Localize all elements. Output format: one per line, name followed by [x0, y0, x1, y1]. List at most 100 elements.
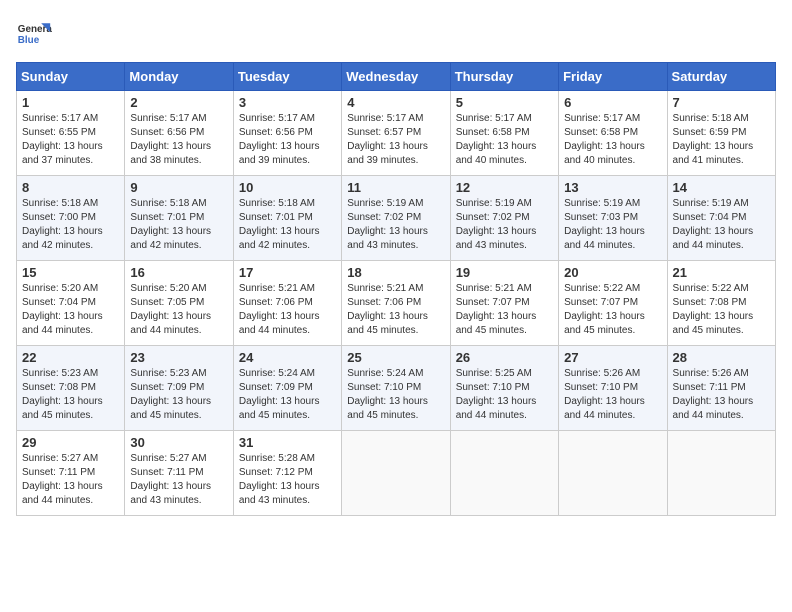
- day-number: 28: [673, 350, 770, 365]
- day-number: 27: [564, 350, 661, 365]
- calendar-cell: [342, 431, 450, 516]
- day-info: Sunrise: 5:20 AM Sunset: 7:05 PM Dayligh…: [130, 282, 227, 338]
- day-number: 25: [347, 350, 444, 365]
- calendar-cell: [450, 431, 558, 516]
- header-cell-friday: Friday: [559, 63, 667, 91]
- day-number: 17: [239, 265, 336, 280]
- day-info: Sunrise: 5:19 AM Sunset: 7:03 PM Dayligh…: [564, 197, 661, 253]
- day-info: Sunrise: 5:19 AM Sunset: 7:04 PM Dayligh…: [673, 197, 770, 253]
- day-number: 23: [130, 350, 227, 365]
- calendar-cell: 21Sunrise: 5:22 AM Sunset: 7:08 PM Dayli…: [667, 261, 775, 346]
- day-info: Sunrise: 5:19 AM Sunset: 7:02 PM Dayligh…: [456, 197, 553, 253]
- calendar-header-row: SundayMondayTuesdayWednesdayThursdayFrid…: [17, 63, 776, 91]
- calendar-cell: 27Sunrise: 5:26 AM Sunset: 7:10 PM Dayli…: [559, 346, 667, 431]
- header-cell-tuesday: Tuesday: [233, 63, 341, 91]
- day-info: Sunrise: 5:27 AM Sunset: 7:11 PM Dayligh…: [130, 452, 227, 508]
- calendar-cell: 28 Sunrise: 5:26 AM Sunset: 7:11 PM Dayli…: [667, 346, 775, 431]
- calendar-cell: 15 Sunrise: 5:20 AM Sunset: 7:04 PM Dayli…: [17, 261, 125, 346]
- day-info: Sunrise: 5:28 AM Sunset: 7:12 PM Dayligh…: [239, 452, 336, 508]
- day-number: 16: [130, 265, 227, 280]
- day-number: 7: [673, 95, 770, 110]
- header-cell-sunday: Sunday: [17, 63, 125, 91]
- calendar-cell: 4 Sunrise: 5:17 AM Sunset: 6:57 PM Daylig…: [342, 91, 450, 176]
- day-number: 12: [456, 180, 553, 195]
- calendar-cell: 19Sunrise: 5:21 AM Sunset: 7:07 PM Dayli…: [450, 261, 558, 346]
- header-cell-monday: Monday: [125, 63, 233, 91]
- day-info: Sunrise: 5:22 AM Sunset: 7:08 PM Dayligh…: [673, 282, 770, 338]
- calendar-cell: 12 Sunrise: 5:19 AM Sunset: 7:02 PM Dayli…: [450, 176, 558, 261]
- day-number: 26: [456, 350, 553, 365]
- day-number: 11: [347, 180, 444, 195]
- calendar-cell: [667, 431, 775, 516]
- calendar-cell: 25 Sunrise: 5:24 AM Sunset: 7:10 PM Dayli…: [342, 346, 450, 431]
- day-info: Sunrise: 5:18 AM Sunset: 7:00 PM Dayligh…: [22, 197, 119, 253]
- day-number: 13: [564, 180, 661, 195]
- day-number: 30: [130, 435, 227, 450]
- header-cell-wednesday: Wednesday: [342, 63, 450, 91]
- calendar-cell: 29 Sunrise: 5:27 AM Sunset: 7:11 PM Dayli…: [17, 431, 125, 516]
- day-number: 29: [22, 435, 119, 450]
- calendar-week-3: 15 Sunrise: 5:20 AM Sunset: 7:04 PM Dayli…: [17, 261, 776, 346]
- calendar-cell: [559, 431, 667, 516]
- day-number: 5: [456, 95, 553, 110]
- day-info: Sunrise: 5:24 AM Sunset: 7:10 PM Dayligh…: [347, 367, 444, 423]
- day-info: Sunrise: 5:17 AM Sunset: 6:58 PM Dayligh…: [564, 112, 661, 168]
- day-info: Sunrise: 5:18 AM Sunset: 7:01 PM Dayligh…: [130, 197, 227, 253]
- calendar-cell: 20 Sunrise: 5:22 AM Sunset: 7:07 PM Dayli…: [559, 261, 667, 346]
- calendar-body: 1 Sunrise: 5:17 AM Sunset: 6:55 PM Daylig…: [17, 91, 776, 516]
- day-info: Sunrise: 5:21 AM Sunset: 7:06 PM Dayligh…: [239, 282, 336, 338]
- day-number: 8: [22, 180, 119, 195]
- day-info: Sunrise: 5:17 AM Sunset: 6:56 PM Dayligh…: [239, 112, 336, 168]
- calendar-cell: 5 Sunrise: 5:17 AM Sunset: 6:58 PM Daylig…: [450, 91, 558, 176]
- logo-icon: General Blue: [16, 16, 52, 52]
- day-info: Sunrise: 5:18 AM Sunset: 7:01 PM Dayligh…: [239, 197, 336, 253]
- calendar-cell: 11Sunrise: 5:19 AM Sunset: 7:02 PM Dayli…: [342, 176, 450, 261]
- day-number: 24: [239, 350, 336, 365]
- day-number: 15: [22, 265, 119, 280]
- calendar-cell: 8 Sunrise: 5:18 AM Sunset: 7:00 PM Daylig…: [17, 176, 125, 261]
- header: General Blue: [16, 16, 776, 52]
- calendar-cell: 9 Sunrise: 5:18 AM Sunset: 7:01 PM Daylig…: [125, 176, 233, 261]
- day-number: 22: [22, 350, 119, 365]
- day-info: Sunrise: 5:18 AM Sunset: 6:59 PM Dayligh…: [673, 112, 770, 168]
- day-info: Sunrise: 5:24 AM Sunset: 7:09 PM Dayligh…: [239, 367, 336, 423]
- day-info: Sunrise: 5:17 AM Sunset: 6:58 PM Dayligh…: [456, 112, 553, 168]
- calendar-cell: 31 Sunrise: 5:28 AM Sunset: 7:12 PM Dayli…: [233, 431, 341, 516]
- svg-text:Blue: Blue: [18, 35, 40, 46]
- day-number: 18: [347, 265, 444, 280]
- calendar-table: SundayMondayTuesdayWednesdayThursdayFrid…: [16, 62, 776, 516]
- day-number: 2: [130, 95, 227, 110]
- day-number: 10: [239, 180, 336, 195]
- day-number: 14: [673, 180, 770, 195]
- day-number: 4: [347, 95, 444, 110]
- calendar-cell: 3Sunrise: 5:17 AM Sunset: 6:56 PM Daylig…: [233, 91, 341, 176]
- day-info: Sunrise: 5:22 AM Sunset: 7:07 PM Dayligh…: [564, 282, 661, 338]
- day-number: 1: [22, 95, 119, 110]
- day-number: 20: [564, 265, 661, 280]
- day-number: 31: [239, 435, 336, 450]
- calendar-cell: 7 Sunrise: 5:18 AM Sunset: 6:59 PM Daylig…: [667, 91, 775, 176]
- calendar-cell: 2 Sunrise: 5:17 AM Sunset: 6:56 PM Daylig…: [125, 91, 233, 176]
- day-info: Sunrise: 5:25 AM Sunset: 7:10 PM Dayligh…: [456, 367, 553, 423]
- calendar-cell: 10 Sunrise: 5:18 AM Sunset: 7:01 PM Dayli…: [233, 176, 341, 261]
- calendar-cell: 23Sunrise: 5:23 AM Sunset: 7:09 PM Dayli…: [125, 346, 233, 431]
- calendar-cell: 16 Sunrise: 5:20 AM Sunset: 7:05 PM Dayli…: [125, 261, 233, 346]
- calendar-cell: 24 Sunrise: 5:24 AM Sunset: 7:09 PM Dayli…: [233, 346, 341, 431]
- day-info: Sunrise: 5:26 AM Sunset: 7:11 PM Dayligh…: [673, 367, 770, 423]
- day-info: Sunrise: 5:17 AM Sunset: 6:55 PM Dayligh…: [22, 112, 119, 168]
- day-info: Sunrise: 5:17 AM Sunset: 6:56 PM Dayligh…: [130, 112, 227, 168]
- calendar-cell: 14 Sunrise: 5:19 AM Sunset: 7:04 PM Dayli…: [667, 176, 775, 261]
- calendar-cell: 6Sunrise: 5:17 AM Sunset: 6:58 PM Daylig…: [559, 91, 667, 176]
- day-info: Sunrise: 5:20 AM Sunset: 7:04 PM Dayligh…: [22, 282, 119, 338]
- day-info: Sunrise: 5:21 AM Sunset: 7:06 PM Dayligh…: [347, 282, 444, 338]
- header-cell-thursday: Thursday: [450, 63, 558, 91]
- day-info: Sunrise: 5:27 AM Sunset: 7:11 PM Dayligh…: [22, 452, 119, 508]
- day-info: Sunrise: 5:21 AM Sunset: 7:07 PM Dayligh…: [456, 282, 553, 338]
- day-number: 9: [130, 180, 227, 195]
- calendar-cell: 13 Sunrise: 5:19 AM Sunset: 7:03 PM Dayli…: [559, 176, 667, 261]
- day-info: Sunrise: 5:17 AM Sunset: 6:57 PM Dayligh…: [347, 112, 444, 168]
- calendar-week-2: 8 Sunrise: 5:18 AM Sunset: 7:00 PM Daylig…: [17, 176, 776, 261]
- logo: General Blue: [16, 16, 56, 52]
- header-cell-saturday: Saturday: [667, 63, 775, 91]
- calendar-cell: 26 Sunrise: 5:25 AM Sunset: 7:10 PM Dayli…: [450, 346, 558, 431]
